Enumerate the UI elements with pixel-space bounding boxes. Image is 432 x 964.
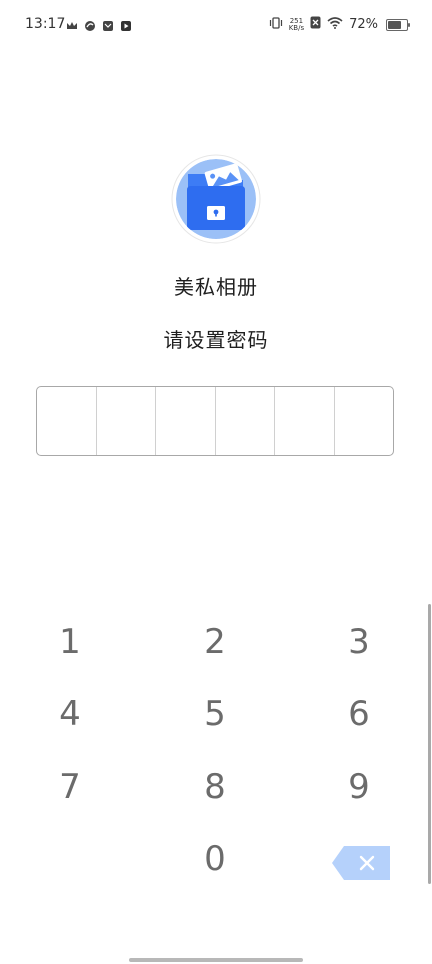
key-5[interactable]: 5	[170, 684, 260, 744]
battery-icon	[386, 18, 410, 31]
crown-icon	[66, 17, 78, 29]
app-logo	[171, 154, 261, 244]
key-7[interactable]: 7	[25, 757, 115, 817]
private-album-folder-lock-icon	[171, 154, 261, 244]
net-speed: 251 KB/s	[288, 17, 305, 32]
wifi-icon	[327, 16, 343, 33]
pin-digit-box[interactable]	[156, 387, 216, 455]
key-4[interactable]: 4	[25, 684, 115, 744]
delete-button[interactable]	[322, 833, 402, 893]
pin-digit-box[interactable]	[97, 387, 156, 455]
notification-icons	[66, 17, 132, 31]
home-indicator[interactable]	[129, 958, 303, 962]
battery-text: 72%	[349, 17, 378, 32]
status-bar: 13:17 251 KB/s 72%	[0, 0, 432, 50]
app-name: 美私相册	[174, 275, 258, 299]
pin-digit-box[interactable]	[335, 387, 394, 455]
swirl-icon	[84, 17, 96, 31]
status-time: 13:17	[25, 16, 66, 32]
set-password-prompt: 请设置密码	[163, 328, 269, 352]
scrollbar[interactable]	[428, 604, 431, 884]
status-right: 251 KB/s 72%	[269, 16, 410, 33]
play-icon	[120, 17, 132, 31]
no-sim-icon	[310, 16, 321, 33]
net-speed-unit: KB/s	[288, 23, 305, 32]
pin-input[interactable]	[36, 386, 394, 456]
pin-digit-box[interactable]	[275, 387, 335, 455]
key-6[interactable]: 6	[314, 684, 404, 744]
key-2[interactable]: 2	[170, 612, 260, 672]
key-8[interactable]: 8	[170, 757, 260, 817]
key-3[interactable]: 3	[314, 612, 404, 672]
pin-digit-box[interactable]	[216, 387, 275, 455]
key-9[interactable]: 9	[314, 757, 404, 817]
vibrate-icon	[269, 16, 283, 33]
key-1[interactable]: 1	[25, 612, 115, 672]
battery-fill	[388, 20, 402, 29]
pin-digit-box[interactable]	[37, 387, 97, 455]
key-0[interactable]: 0	[170, 829, 260, 889]
backspace-icon	[332, 846, 390, 880]
mail-icon	[102, 17, 114, 31]
